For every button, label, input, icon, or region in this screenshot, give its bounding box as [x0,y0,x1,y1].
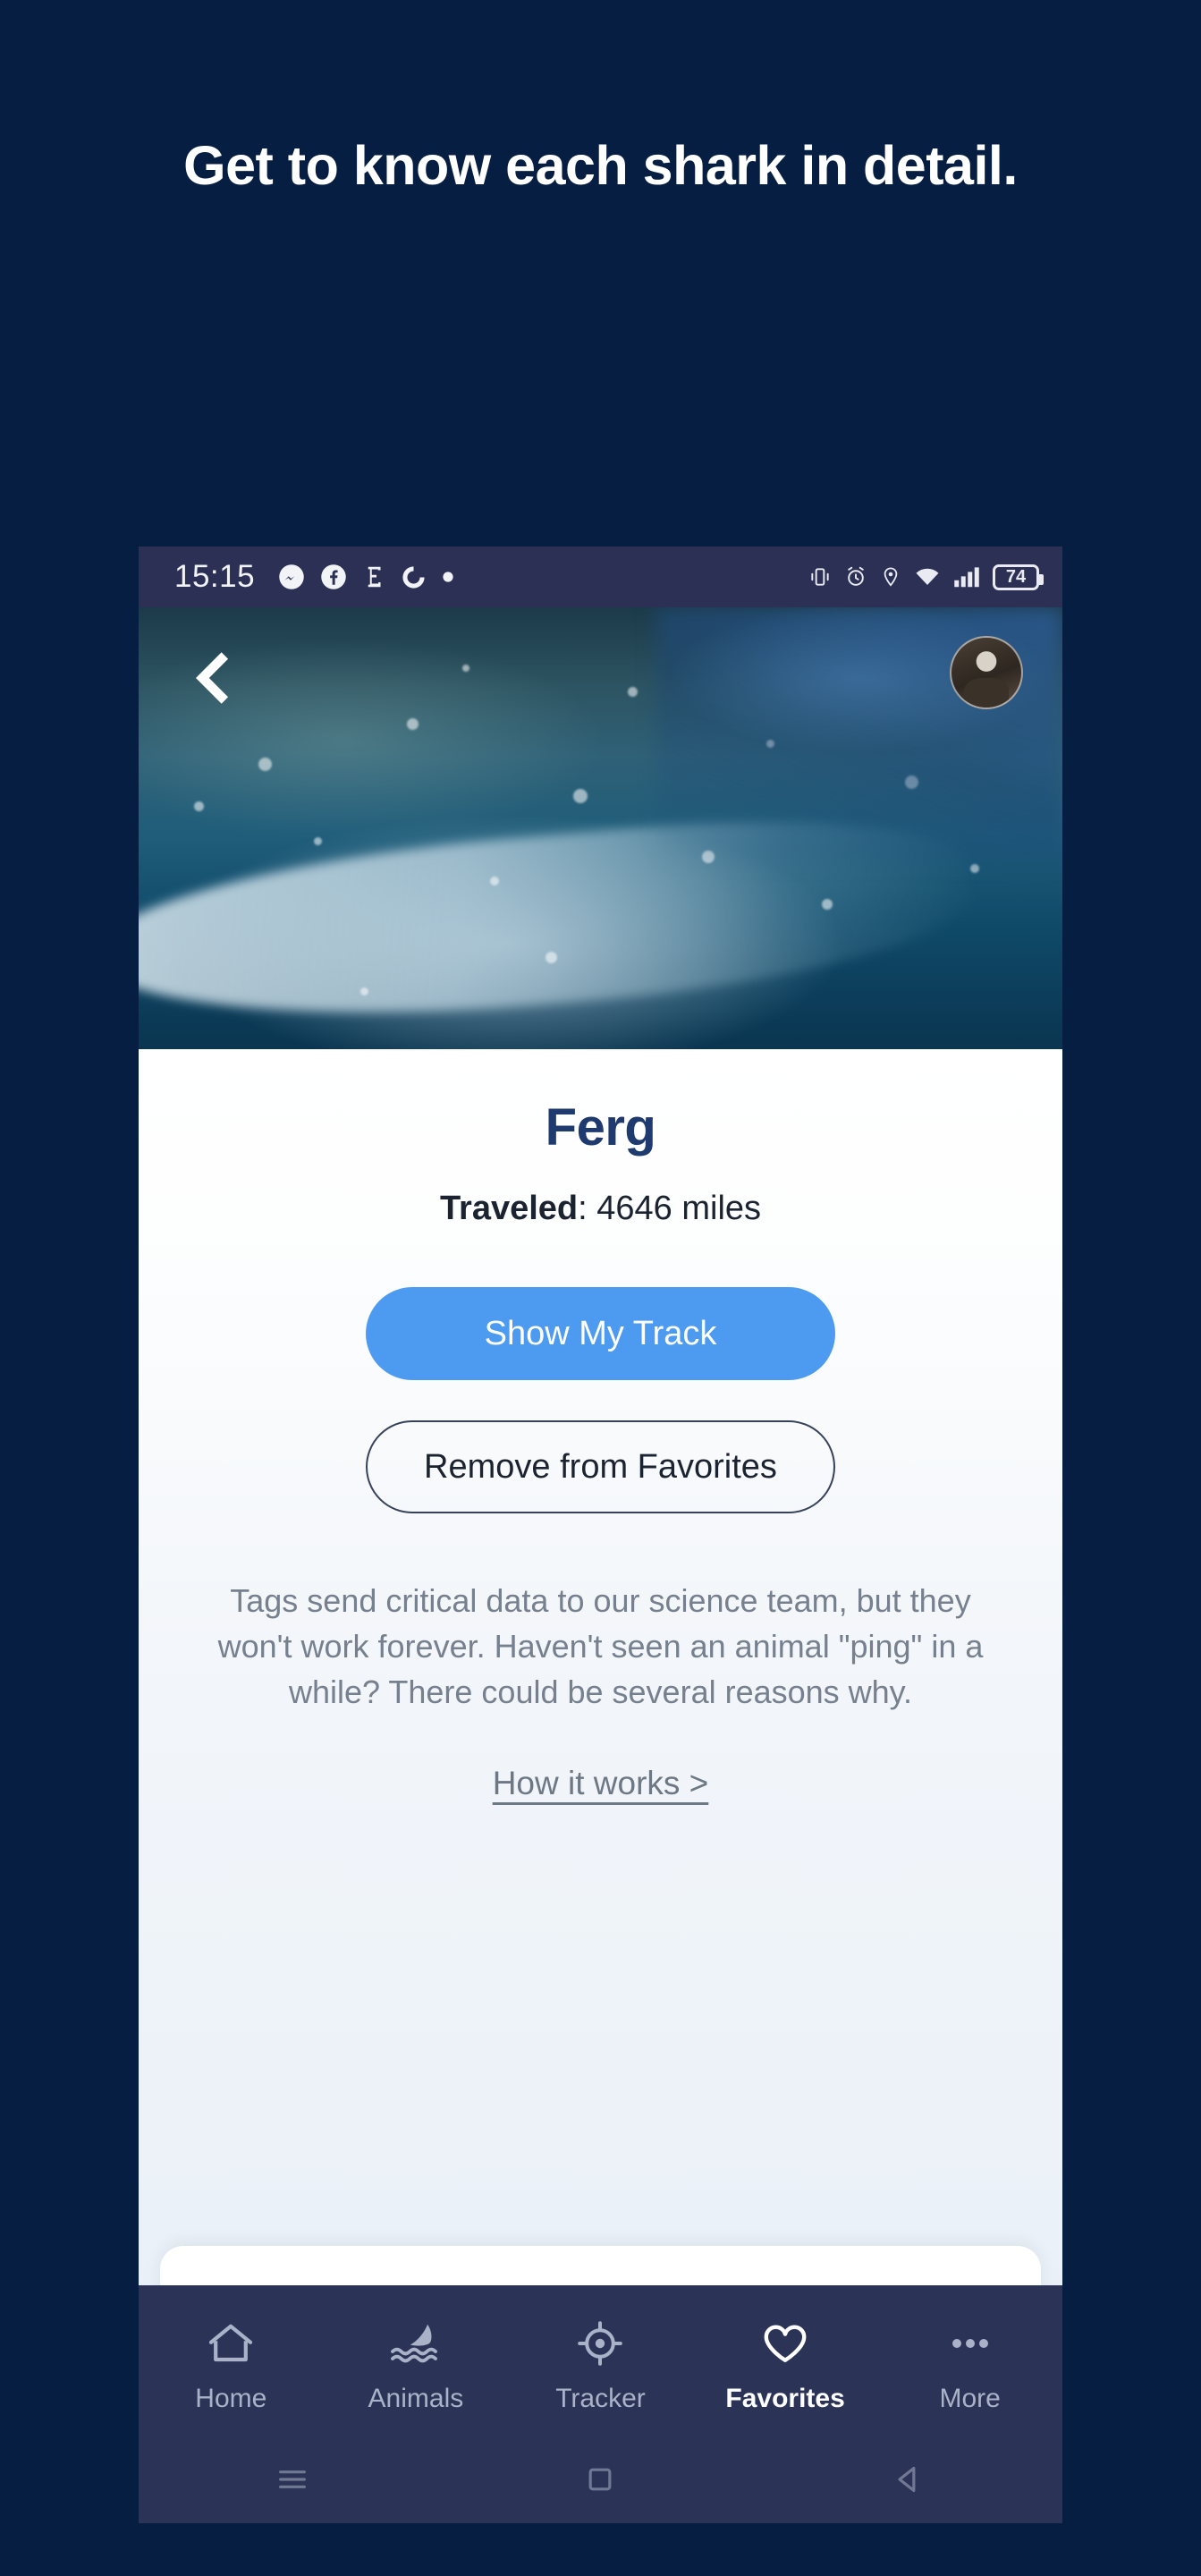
status-bar-left: 15:15 [174,559,454,595]
nav-item-more[interactable]: More [877,2320,1062,2414]
show-my-track-button[interactable]: Show My Track [366,1287,835,1380]
action-buttons: Show My Track Remove from Favorites [139,1287,1062,1513]
nav-item-home[interactable]: Home [139,2320,324,2414]
how-it-works-link[interactable]: How it works > [493,1765,709,1802]
status-bar-right: 74 [808,564,1044,590]
location-icon [880,565,901,589]
battery-level: 74 [1005,566,1027,587]
alarm-icon [844,565,867,589]
c-app-icon [401,564,427,590]
battery-indicator: 74 [993,564,1044,590]
status-bar-clock: 15:15 [174,559,256,594]
animal-name: Ferg [545,1098,656,1157]
facebook-icon [320,564,347,590]
traveled-value: : 4646 miles [578,1190,762,1227]
nav-label-home: Home [195,2383,267,2413]
phone-mockup: 15:15 74 Ferg Traveled: 4646 miles Show … [139,547,1062,2523]
tag-info-note: Tags send critical data to our science t… [217,1582,984,1711]
shark-hero-image [139,607,1062,1049]
etsy-icon [362,564,385,590]
traveled-stat: Traveled: 4646 miles [139,1190,1062,1228]
back-chevron-icon[interactable] [185,650,241,710]
status-bar: 15:15 74 [139,547,1062,607]
dot-icon [442,571,454,583]
heart-icon [760,2320,810,2371]
animal-detail-panel: Ferg Traveled: 4646 miles Show My Track … [139,1049,1062,2353]
nav-label-tracker: Tracker [555,2383,646,2413]
remove-from-favorites-button[interactable]: Remove from Favorites [366,1420,835,1513]
messenger-icon [278,564,305,590]
wifi-icon [914,565,941,589]
nav-label-favorites: Favorites [725,2383,845,2413]
bottom-navigation: Home Animals Tracker Favorites More [139,2285,1062,2439]
vibrate-icon [808,565,832,589]
tracker-target-icon [576,2320,624,2371]
nav-label-more: More [939,2383,1001,2413]
home-icon [206,2320,256,2371]
nav-item-tracker[interactable]: Tracker [508,2320,693,2414]
user-avatar[interactable] [950,636,1023,709]
signal-icon [953,565,980,589]
android-system-bar [139,2439,1062,2523]
nav-item-animals[interactable]: Animals [324,2320,509,2414]
shark-fin-icon [389,2320,443,2371]
nav-label-animals: Animals [368,2383,464,2413]
traveled-label: Traveled [439,1190,579,1227]
promo-headline: Get to know each shark in detail. [183,135,1018,196]
back-triangle-icon[interactable] [891,2462,926,2502]
recents-icon[interactable] [275,2462,310,2502]
nav-item-favorites[interactable]: Favorites [693,2320,878,2414]
home-square-icon[interactable] [582,2462,618,2502]
bubble-overlay [139,607,1062,1049]
ellipsis-icon [945,2320,995,2371]
